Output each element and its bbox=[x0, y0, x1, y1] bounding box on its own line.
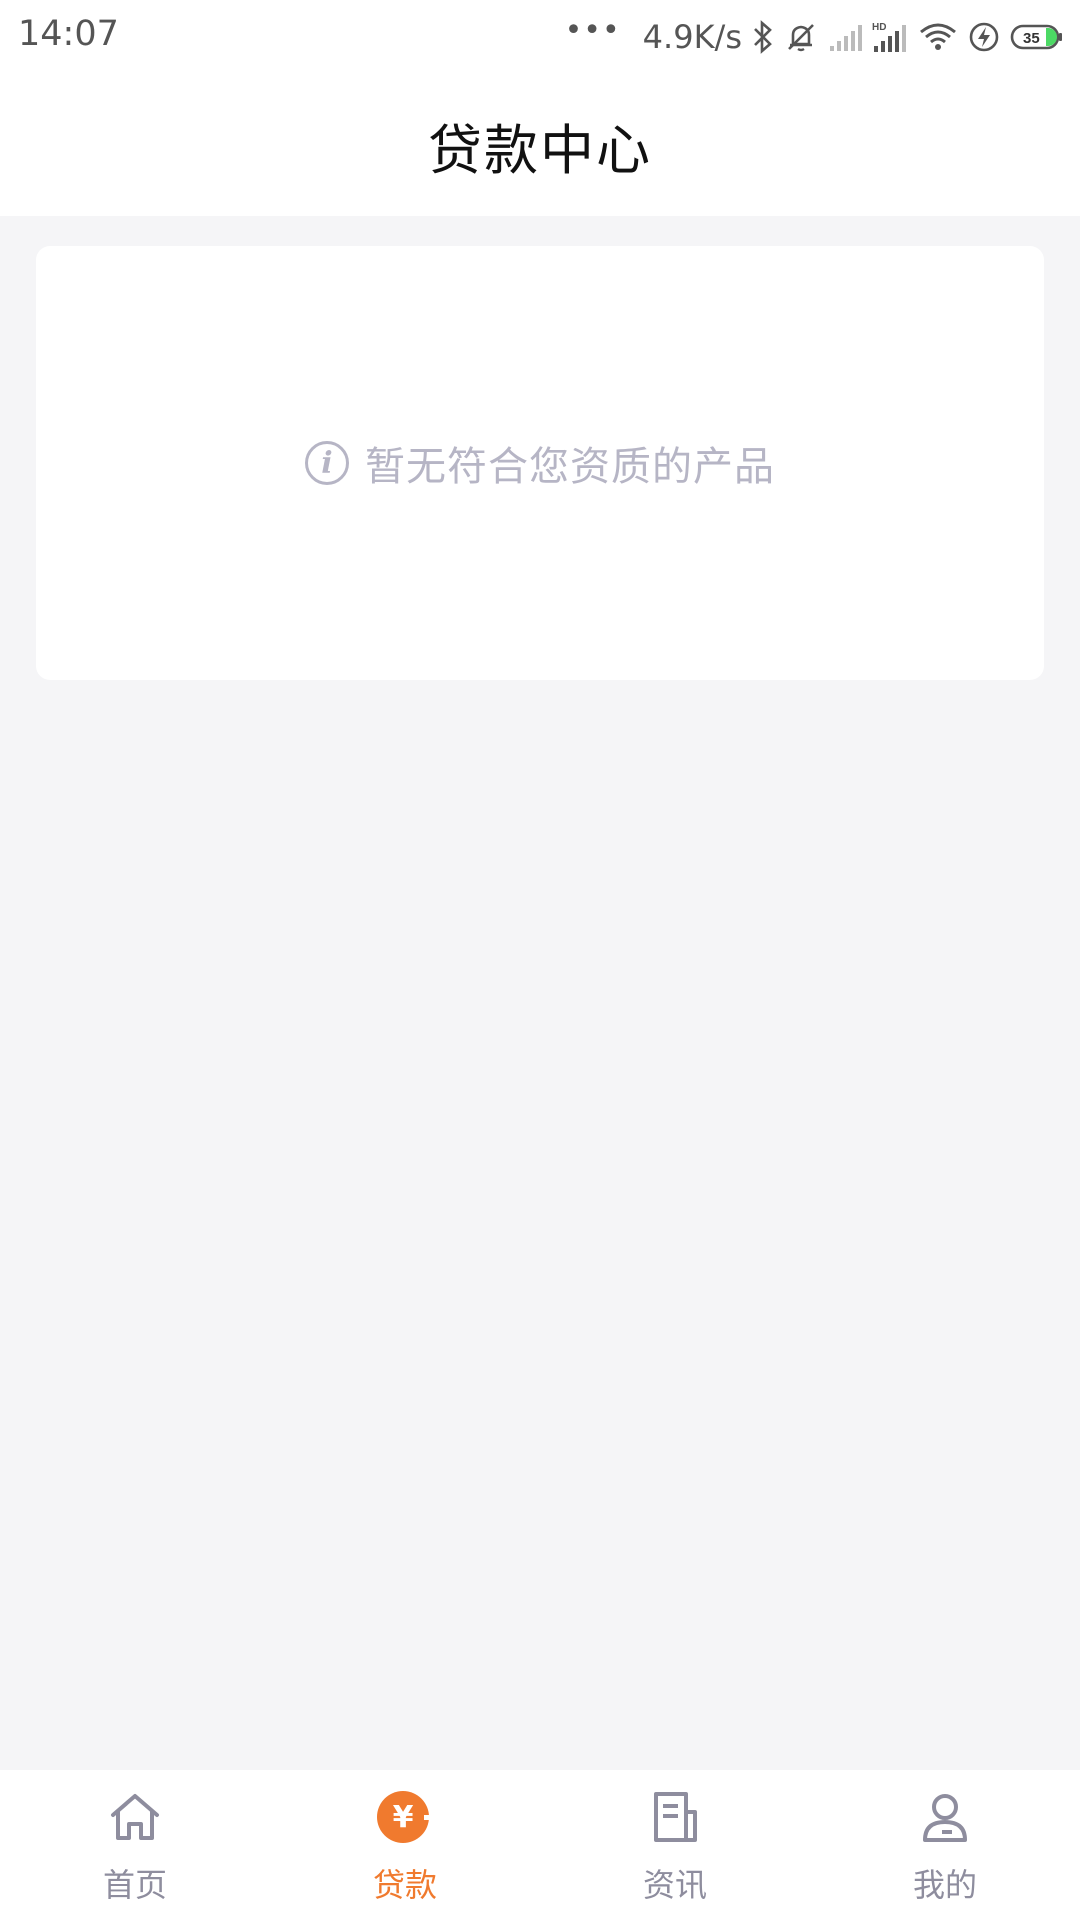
header: 贷款中心 bbox=[0, 74, 1080, 216]
nav-label-news: 资讯 bbox=[642, 1866, 707, 1904]
hd-signal-icon: HD bbox=[872, 22, 906, 52]
bottom-nav: 首页 ¥ 贷款 资讯 我的 bbox=[0, 1770, 1080, 1920]
bluetooth-icon bbox=[754, 20, 772, 54]
empty-card: i 暂无符合您资质的产品 bbox=[36, 246, 1044, 680]
empty-message: 暂无符合您资质的产品 bbox=[365, 444, 775, 490]
info-icon: i bbox=[305, 441, 349, 485]
nav-item-profile[interactable]: 我的 bbox=[810, 1770, 1080, 1920]
home-icon bbox=[106, 1788, 164, 1846]
nav-item-home[interactable]: 首页 bbox=[0, 1770, 270, 1920]
page-title: 贷款中心 bbox=[428, 118, 652, 182]
nav-label-home: 首页 bbox=[102, 1866, 167, 1904]
nav-label-profile: 我的 bbox=[912, 1866, 977, 1904]
news-icon bbox=[646, 1788, 704, 1846]
profile-icon bbox=[916, 1788, 974, 1846]
signal-icon bbox=[830, 25, 862, 51]
more-notifications-icon: ••• bbox=[564, 13, 621, 48]
battery-icon: 35 bbox=[1010, 24, 1062, 50]
mute-icon bbox=[788, 24, 814, 52]
nav-label-loan: 贷款 bbox=[372, 1866, 437, 1904]
nav-item-loan[interactable]: ¥ 贷款 bbox=[270, 1770, 540, 1920]
wifi-icon bbox=[920, 23, 956, 50]
nav-item-news[interactable]: 资讯 bbox=[540, 1770, 810, 1920]
loan-yen-icon: ¥ bbox=[376, 1788, 434, 1846]
yen-symbol: ¥ bbox=[393, 1800, 414, 1835]
network-speed: 4.9K/s bbox=[642, 18, 742, 56]
page: 14:07 ••• 4.9K/s HD 35 贷款中心 i 暂无符合您资质的产品… bbox=[0, 0, 1080, 1920]
status-icons: ••• 4.9K/s HD 35 bbox=[565, 12, 1064, 62]
status-time: 14:07 bbox=[18, 14, 119, 54]
battery-level: 35 bbox=[1023, 30, 1040, 47]
empty-state: i 暂无符合您资质的产品 bbox=[305, 434, 775, 492]
charging-icon bbox=[969, 22, 999, 52]
status-bar: 14:07 ••• 4.9K/s HD 35 bbox=[0, 0, 1080, 74]
svg-text:HD: HD bbox=[872, 22, 886, 33]
